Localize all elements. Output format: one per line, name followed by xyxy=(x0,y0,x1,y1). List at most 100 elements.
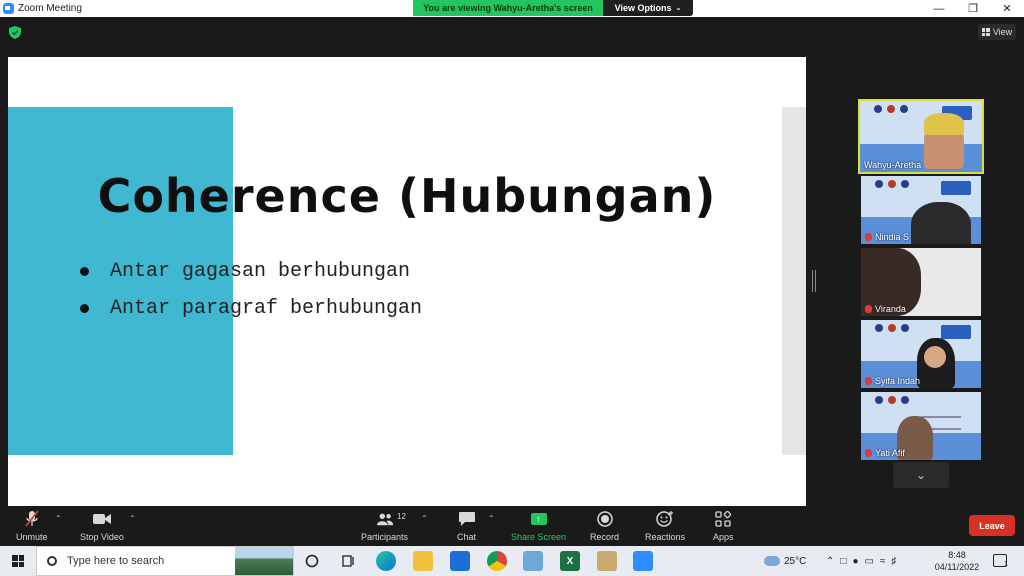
clock-time: 8:48 xyxy=(948,550,966,560)
slide-bullet-list: Antar gagasan berhubungan Antar paragraf… xyxy=(80,253,422,327)
windows-taskbar: Type here to search X 25°C ⌃ □ ● ▭ ≈ ♯ 8… xyxy=(0,546,1024,576)
slide-bullet-text: Antar gagasan berhubungan xyxy=(110,260,411,283)
weather-widget[interactable]: 25°C xyxy=(764,546,806,576)
shared-screen-slide: Coherence (Hubungan) Antar gagasan berhu… xyxy=(8,57,806,506)
participants-options-caret-icon[interactable]: ⌃ xyxy=(421,514,428,523)
unmute-button[interactable]: Unmute xyxy=(16,510,48,542)
participant-name: Yati Afif xyxy=(875,448,905,458)
screen-share-banner: You are viewing Wahyu-Aretha's screen Vi… xyxy=(413,0,693,16)
participant-video xyxy=(911,202,971,244)
cortana-icon[interactable] xyxy=(302,551,322,571)
window-controls: — ❐ ✕ xyxy=(922,0,1024,17)
task-view-icon[interactable] xyxy=(338,551,358,571)
minimize-button[interactable]: — xyxy=(922,0,956,17)
encryption-shield-icon[interactable] xyxy=(9,26,21,39)
stop-video-button[interactable]: Stop Video xyxy=(80,510,124,542)
chevron-down-icon: ⌄ xyxy=(915,468,927,482)
background-logos xyxy=(875,180,909,188)
participant-name: Nindia S xyxy=(875,232,910,242)
participant-tile[interactable]: Wahyu-Aretha xyxy=(858,99,984,174)
bullet-dot-icon xyxy=(80,304,89,313)
audio-options-caret-icon[interactable]: ⌃ xyxy=(55,514,62,523)
participants-label: Participants xyxy=(361,532,409,542)
participant-name-tag: Nindia S xyxy=(865,232,909,242)
participant-name-tag: Wahyu-Aretha xyxy=(864,160,921,170)
view-layout-button[interactable]: View xyxy=(978,24,1016,40)
smiley-icon xyxy=(656,510,674,528)
participant-name-tag: Viranda xyxy=(865,304,906,314)
background-logos xyxy=(875,324,909,332)
record-label: Record xyxy=(590,532,620,542)
background-banner xyxy=(941,325,971,339)
participant-name: Wahyu-Aretha xyxy=(864,160,922,170)
bullet-dot-icon xyxy=(80,267,89,276)
mic-muted-icon xyxy=(865,305,872,313)
maximize-button[interactable]: ❐ xyxy=(956,0,990,17)
mic-muted-icon xyxy=(865,449,872,457)
cloud-icon xyxy=(764,556,780,566)
taskbar-clock[interactable]: 8:48 04/11/2022 xyxy=(930,549,984,573)
tablet-icon: □ xyxy=(840,555,847,567)
reactions-button[interactable]: Reactions xyxy=(645,510,685,542)
participant-tile[interactable]: Nindia S xyxy=(861,176,981,244)
close-button[interactable]: ✕ xyxy=(990,0,1024,17)
view-options-button[interactable]: View Options ⌄ xyxy=(603,0,693,16)
view-options-label: View Options xyxy=(614,3,672,13)
background-banner xyxy=(941,181,971,195)
mail-icon[interactable] xyxy=(450,551,470,571)
participant-hair xyxy=(924,113,964,135)
search-highlight-image xyxy=(235,547,293,575)
participant-tile[interactable]: Syifa Indah xyxy=(861,320,981,388)
speaker-icon: ♯ xyxy=(891,555,897,567)
participants-icon xyxy=(376,510,394,528)
file-explorer-icon[interactable] xyxy=(413,551,433,571)
video-options-caret-icon[interactable]: ⌃ xyxy=(129,514,136,523)
mic-muted-icon xyxy=(865,233,872,241)
participant-tile[interactable]: Viranda xyxy=(861,248,981,316)
leave-button[interactable]: Leave xyxy=(969,515,1015,536)
mic-muted-icon xyxy=(23,510,41,528)
record-button[interactable]: Record xyxy=(590,510,619,542)
view-label: View xyxy=(992,27,1013,37)
panel-resize-handle[interactable] xyxy=(812,270,816,292)
participant-face xyxy=(924,346,946,368)
apps-icon xyxy=(714,510,732,528)
temperature-text: 25°C xyxy=(784,555,807,567)
windows-start-icon[interactable] xyxy=(12,555,24,567)
record-icon xyxy=(596,510,614,528)
chat-options-caret-icon[interactable]: ⌃ xyxy=(488,514,495,523)
chevron-down-icon: ⌄ xyxy=(675,5,682,12)
search-icon xyxy=(47,556,57,566)
participant-name: Viranda xyxy=(875,304,906,314)
taskbar-search-box[interactable]: Type here to search xyxy=(36,546,294,576)
paint-icon[interactable] xyxy=(597,551,617,571)
participants-count: 12 xyxy=(397,512,406,521)
participant-tile[interactable]: Yati Afif xyxy=(861,392,981,460)
photos-app-icon[interactable] xyxy=(523,551,543,571)
edge-browser-icon[interactable] xyxy=(376,551,396,571)
excel-icon[interactable]: X xyxy=(560,551,580,571)
thumbnails-scroll-down-button[interactable]: ⌄ xyxy=(893,462,949,488)
apps-label: Apps xyxy=(713,532,734,542)
system-tray-icons[interactable]: ⌃ □ ● ▭ ≈ ♯ xyxy=(826,546,896,576)
viewing-message: You are viewing Wahyu-Aretha's screen xyxy=(413,0,603,16)
chat-bubble-icon xyxy=(458,510,476,528)
slide-side-strip xyxy=(782,107,806,455)
video-camera-icon xyxy=(92,510,111,528)
zoom-taskbar-icon[interactable] xyxy=(633,551,653,571)
background-logos xyxy=(875,396,909,404)
reactions-label: Reactions xyxy=(645,532,686,542)
chat-label: Chat xyxy=(457,532,477,542)
leave-label: Leave xyxy=(979,520,1005,531)
slide-bullet-text: Antar paragraf berhubungan xyxy=(110,297,423,320)
apps-button[interactable]: Apps xyxy=(713,510,734,542)
chat-button[interactable]: Chat xyxy=(457,510,476,542)
slide-bullet: Antar gagasan berhubungan xyxy=(80,253,422,290)
slide-title: Coherence (Hubungan) xyxy=(97,169,717,223)
participant-name: Syifa Indah xyxy=(875,376,921,386)
chrome-icon[interactable] xyxy=(487,551,507,571)
share-screen-button[interactable]: ↑ Share Screen xyxy=(511,510,566,542)
window-title: Zoom Meeting xyxy=(18,3,82,14)
slide-bullet: Antar paragraf berhubungan xyxy=(80,290,422,327)
stop-video-label: Stop Video xyxy=(80,532,124,542)
